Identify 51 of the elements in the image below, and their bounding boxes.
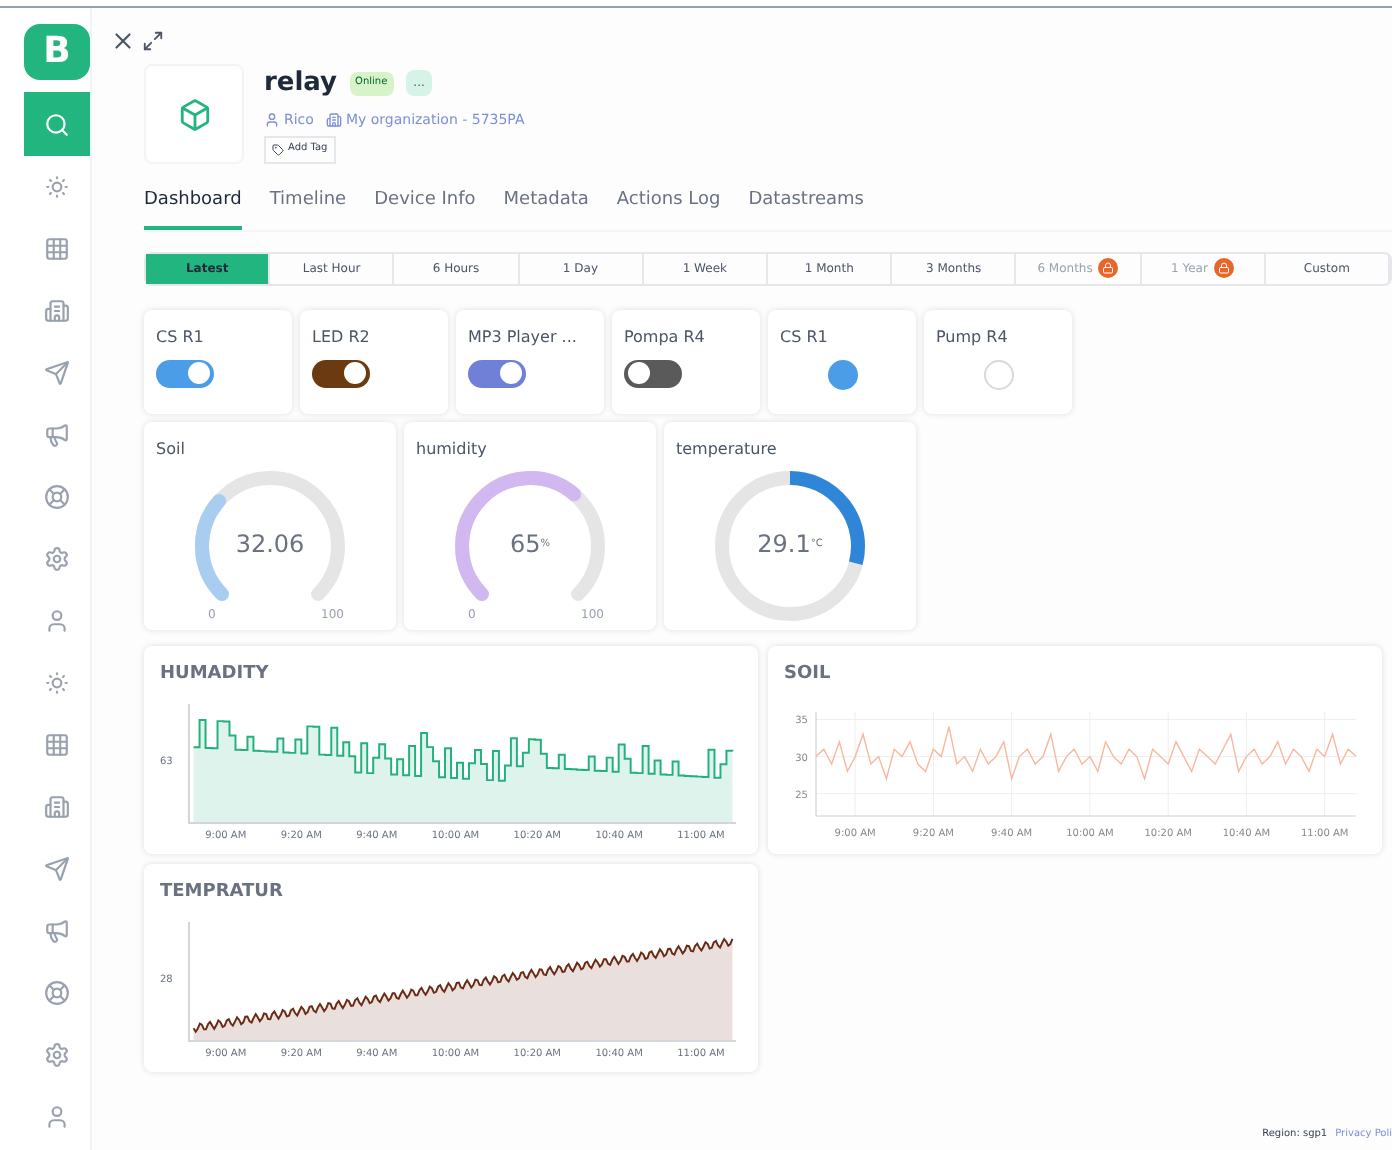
widget-label: Pump R4: [936, 325, 1010, 349]
lifebuoy-icon: [44, 484, 70, 510]
search-icon: [44, 111, 70, 137]
grid-icon: [44, 236, 70, 262]
chart-title: HUMADITY: [160, 661, 271, 687]
settings-icon: [44, 1042, 70, 1068]
widget-label: MP3 Player ...: [468, 325, 579, 349]
widget-label: CS R1: [156, 325, 206, 349]
cube-icon: [177, 97, 211, 131]
send-icon: [44, 856, 70, 882]
settings-icon: [44, 546, 70, 572]
gauge-value: 29.1$^{°C}$: [755, 527, 825, 561]
tab[interactable]: Actions Log: [616, 188, 721, 229]
user-icon: [44, 1104, 70, 1130]
user-icon: [264, 111, 280, 128]
gauge-label: temperature: [676, 437, 779, 461]
widget-label: LED R2: [312, 325, 372, 349]
gauge-value: 65$^{%}$: [507, 527, 553, 561]
logo: B: [24, 24, 90, 80]
lifebuoy-icon: [44, 980, 70, 1006]
tag-icon: [272, 143, 284, 156]
megaphone-icon: [44, 918, 70, 944]
tab[interactable]: Device Info: [374, 188, 476, 229]
toggle-switch[interactable]: [156, 359, 214, 387]
close-icon[interactable]: [110, 28, 136, 54]
chart-title: SOIL: [784, 661, 833, 687]
gauge-value: 32.06: [233, 527, 307, 561]
gauge-label: humidity: [416, 437, 489, 461]
tab[interactable]: Timeline: [269, 188, 347, 229]
megaphone-icon: [44, 422, 70, 448]
toggle-switch[interactable]: [468, 359, 526, 387]
building-icon: [44, 794, 70, 820]
user-icon: [44, 608, 70, 634]
toggle-switch[interactable]: [312, 359, 370, 387]
expand-icon[interactable]: [142, 30, 164, 52]
sidebar-item[interactable]: [24, 92, 90, 156]
gauge-label: Soil: [156, 437, 187, 461]
building-icon: [325, 111, 342, 128]
sun-icon: [44, 670, 70, 696]
device-name: relay: [264, 66, 338, 102]
tab[interactable]: Datastreams: [748, 188, 864, 229]
grid-icon: [44, 732, 70, 758]
chart-title: TEMPRATUR: [160, 879, 285, 905]
sun-icon: [44, 174, 70, 200]
widget-label: CS R1: [780, 325, 830, 349]
tab[interactable]: Metadata: [503, 188, 589, 229]
widget-label: Pompa R4: [624, 325, 707, 349]
building-icon: [44, 298, 70, 324]
tab[interactable]: Dashboard: [144, 188, 242, 229]
send-icon: [44, 360, 70, 386]
toggle-switch[interactable]: [624, 359, 682, 387]
